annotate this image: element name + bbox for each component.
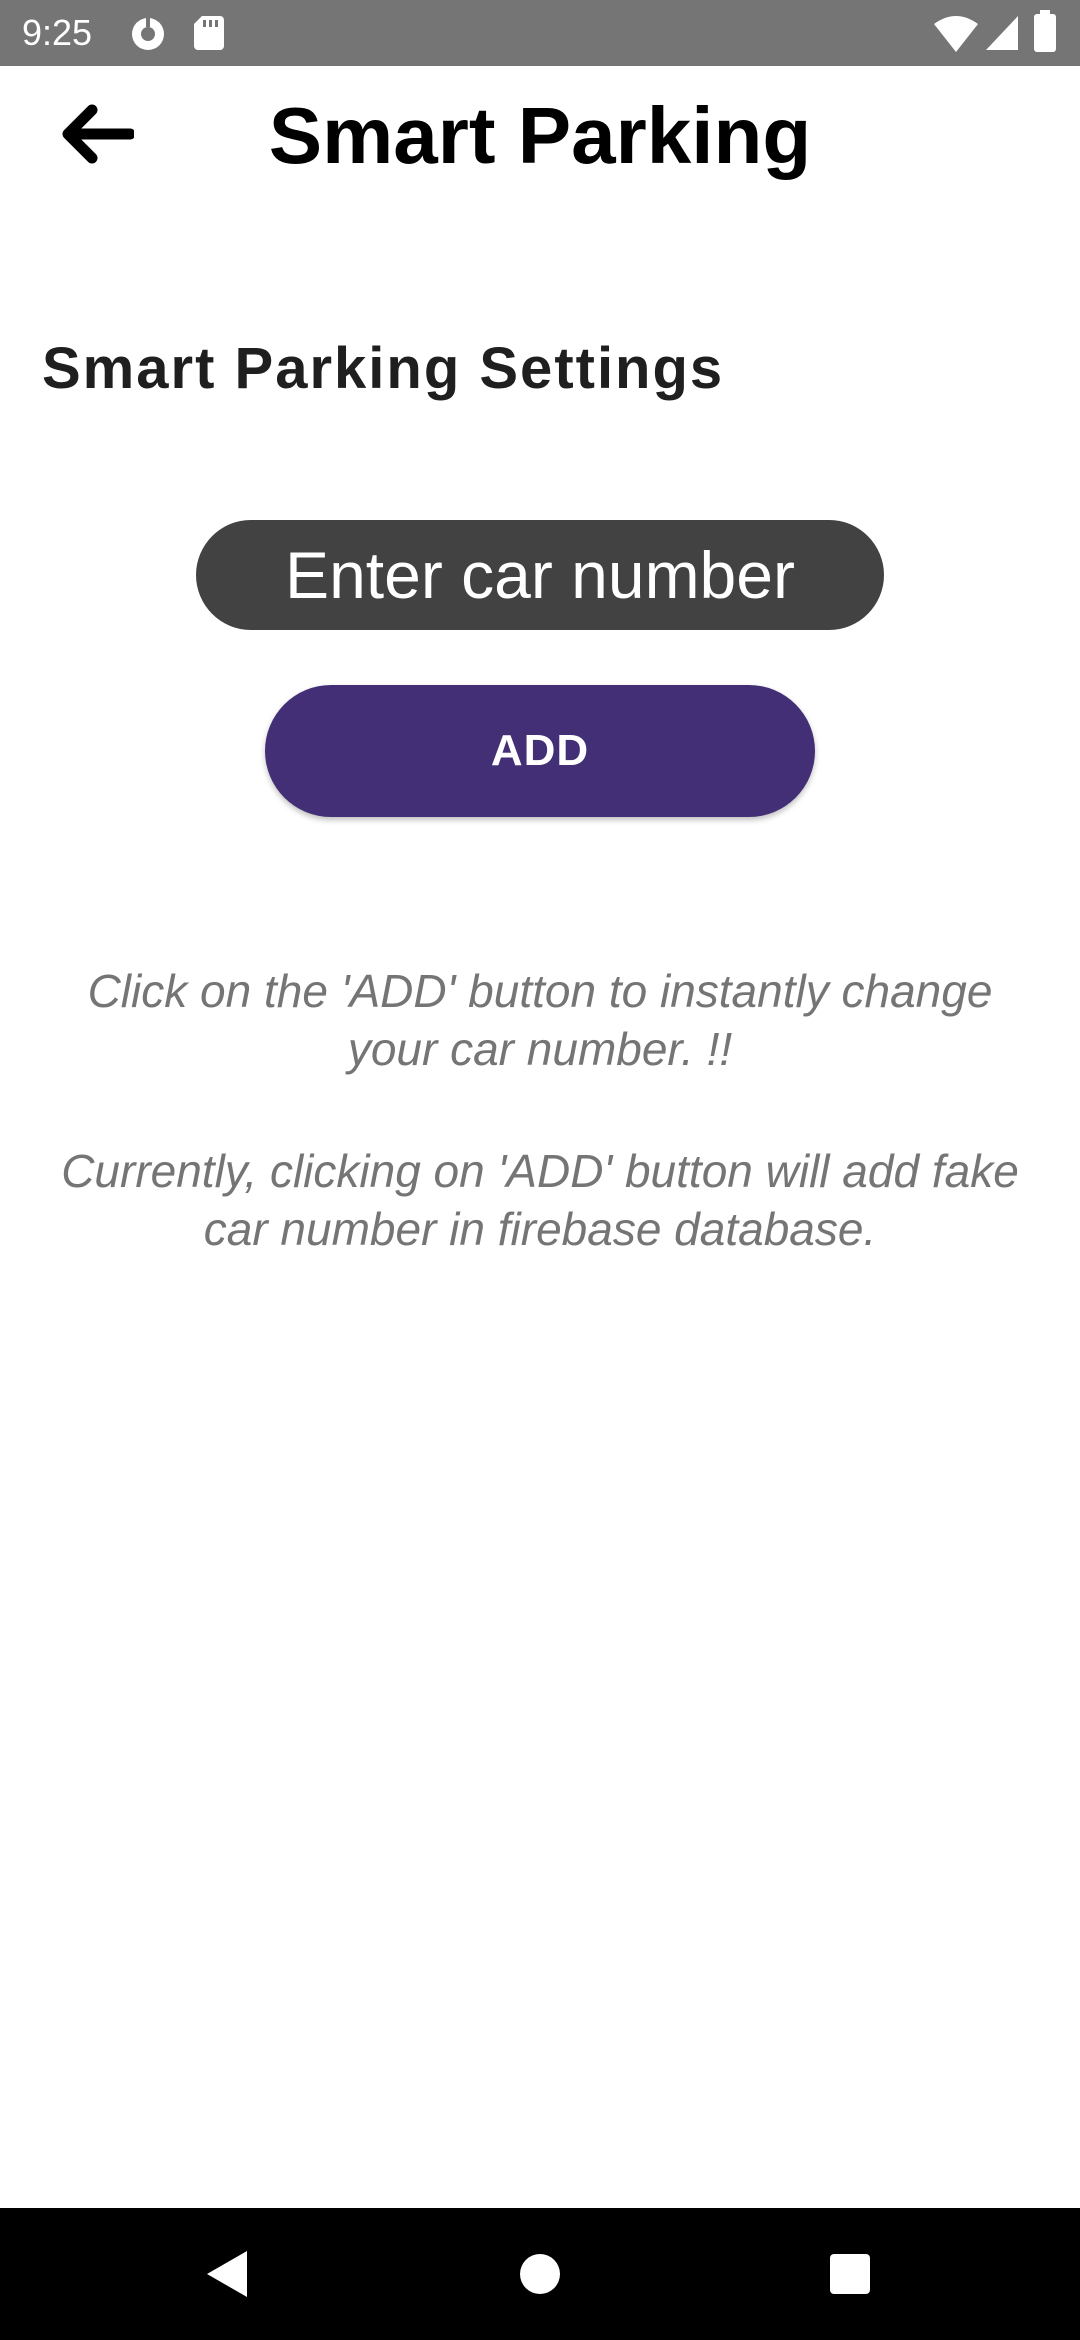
data-saver-icon	[132, 17, 164, 50]
page-title: Smart Parking	[268, 91, 812, 180]
cell-signal-icon	[986, 16, 1018, 50]
add-button[interactable]: ADD	[265, 685, 815, 817]
info-text-change-number: Click on the 'ADD' button to instantly c…	[87, 965, 993, 1075]
status-time: 9:25	[22, 12, 93, 53]
nav-recents-button[interactable]	[810, 2234, 890, 2314]
nav-back-button[interactable]	[186, 2234, 266, 2314]
car-number-input[interactable]	[196, 520, 884, 630]
back-triangle-icon	[207, 2251, 247, 2297]
smart-parking-settings-screen: 9:25 Smart Parking Smart Parking Setting…	[0, 0, 1080, 2340]
home-circle-icon	[520, 2254, 560, 2294]
status-bar: 9:25	[0, 0, 1080, 66]
wifi-icon	[934, 16, 978, 52]
system-navigation-bar	[0, 2208, 1080, 2340]
nav-home-button[interactable]	[500, 2234, 580, 2314]
app-bar: Smart Parking	[0, 66, 1080, 208]
sd-card-icon	[194, 16, 224, 50]
recents-square-icon	[830, 2254, 870, 2294]
settings-section-title: Smart Parking Settings	[42, 336, 725, 401]
info-text-firebase: Currently, clicking on 'ADD' button will…	[61, 1145, 1019, 1255]
battery-icon	[1034, 10, 1056, 52]
